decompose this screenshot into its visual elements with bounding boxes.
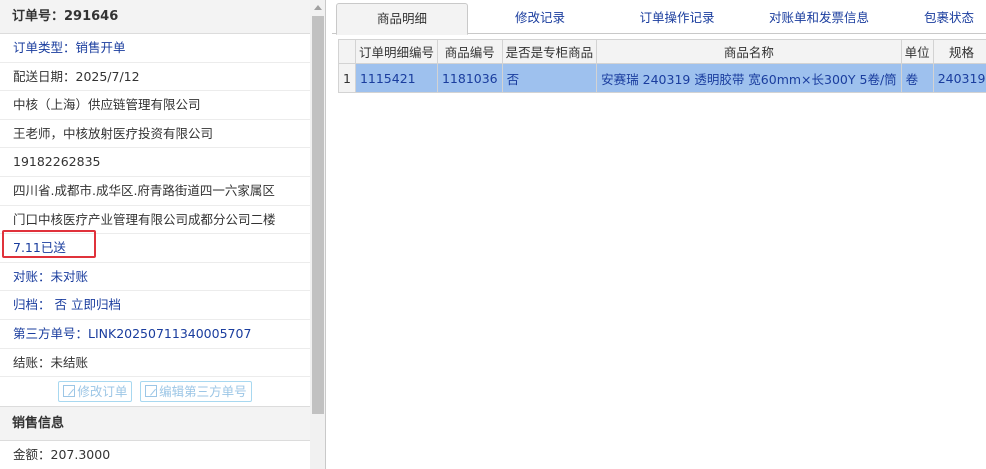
product-detail-grid: 订单明细编号商品编号是否是专柜商品商品名称单位规格数量单价税率税额不含税金额 1… [338, 39, 986, 97]
order-number-title: 订单号：291646 [0, 0, 310, 34]
column-header[interactable]: 商品编号 [436, 39, 503, 64]
tab-statement-invoice[interactable]: 对账单和发票信息 [748, 3, 890, 34]
scroll-up-arrow-icon[interactable] [314, 5, 322, 10]
row-number: 1 [338, 63, 356, 93]
order-field: 19182262835 [0, 148, 310, 177]
table-cell: 1181036 [436, 63, 503, 93]
order-field[interactable]: 订单类型：销售开单 [0, 34, 310, 63]
sales-amount: 金额：207.3000 [0, 441, 310, 469]
column-header[interactable]: 规格 [932, 39, 986, 64]
edit-icon [145, 385, 158, 398]
table-row[interactable]: 1 1115421 1181036 否安赛瑞 240319 透明胶带 宽60mm×长3… [338, 63, 986, 93]
column-header[interactable]: 是否是专柜商品 [501, 39, 598, 64]
order-fields-list: 订单类型：销售开单 配送日期：2025/7/12 中核（上海）供应链管理有限公司 王老… [0, 34, 310, 378]
table-cell: 安赛瑞 240319 透明胶带 宽60mm×长300Y 5卷/筒 [596, 63, 902, 93]
order-field[interactable]: 归档： 否 立即归档 [0, 291, 310, 320]
order-field: 门口中核医疗产业管理有限公司成都分公司二楼 [0, 206, 310, 235]
order-detail-panel: 商品明细 修改记录 订单操作记录 对账单和发票信息 包裹状态 订单明细编号 商品编… [332, 0, 986, 469]
column-header[interactable]: 单位 [900, 39, 934, 64]
order-field: 配送日期：2025/7/12 [0, 63, 310, 92]
order-field: 四川省.成都市.成华区.府青路街道四一六家属区 [0, 177, 310, 206]
edit-order-button[interactable]: 修改订单 [58, 381, 133, 403]
order-field[interactable]: 对账：未对账 [0, 263, 310, 292]
table-cell: 240319 [932, 63, 986, 93]
tab-package-status[interactable]: 包裹状态 [904, 3, 986, 34]
order-field[interactable]: 第三方单号：LINK20250711340005707 [0, 320, 310, 349]
order-actions: 修改订单 编辑第三方单号 [0, 377, 310, 408]
order-field: 7.11已送 [0, 234, 310, 263]
table-body: 1 1115421 1181036 否安赛瑞 240319 透明胶带 宽60mm×长3… [338, 63, 986, 93]
tab-order-operation-log[interactable]: 订单操作记录 [612, 3, 742, 34]
order-field: 中核（上海）供应链管理有限公司 [0, 91, 310, 120]
product-table: 订单明细编号商品编号是否是专柜商品商品名称单位规格数量单价税率税额不含税金额 1… [338, 39, 986, 93]
table-header-row: 订单明细编号商品编号是否是专柜商品商品名称单位规格数量单价税率税额不含税金额 [338, 39, 986, 64]
row-number-header [338, 39, 356, 64]
sales-info-title: 销售信息 [0, 407, 310, 442]
table-cell: 1115421 [354, 63, 438, 93]
table-cell: 否 [501, 63, 598, 93]
order-info-content: 订单号：291646 订单类型：销售开单 配送日期：2025/7/12 中核（上海）… [0, 0, 310, 469]
scrollbar-thumb[interactable] [312, 16, 324, 414]
left-panel-scrollbar[interactable] [310, 0, 325, 469]
table-cell: 卷 [900, 63, 934, 93]
edit-third-party-number-button[interactable]: 编辑第三方单号 [140, 381, 252, 403]
column-header[interactable]: 商品名称 [596, 39, 902, 64]
order-field: 结账：未结账 [0, 349, 310, 378]
order-field: 王老师，中核放射医疗投资有限公司 [0, 120, 310, 149]
detail-tabs: 商品明细 修改记录 订单操作记录 对账单和发票信息 包裹状态 [332, 0, 986, 35]
tab-modify-log[interactable]: 修改记录 [482, 3, 598, 34]
edit-icon [63, 385, 76, 398]
column-header[interactable]: 订单明细编号 [354, 39, 438, 64]
tab-product-details[interactable]: 商品明细 [336, 3, 468, 35]
order-info-panel: 订单号：291646 订单类型：销售开单 配送日期：2025/7/12 中核（上海）… [0, 0, 326, 469]
